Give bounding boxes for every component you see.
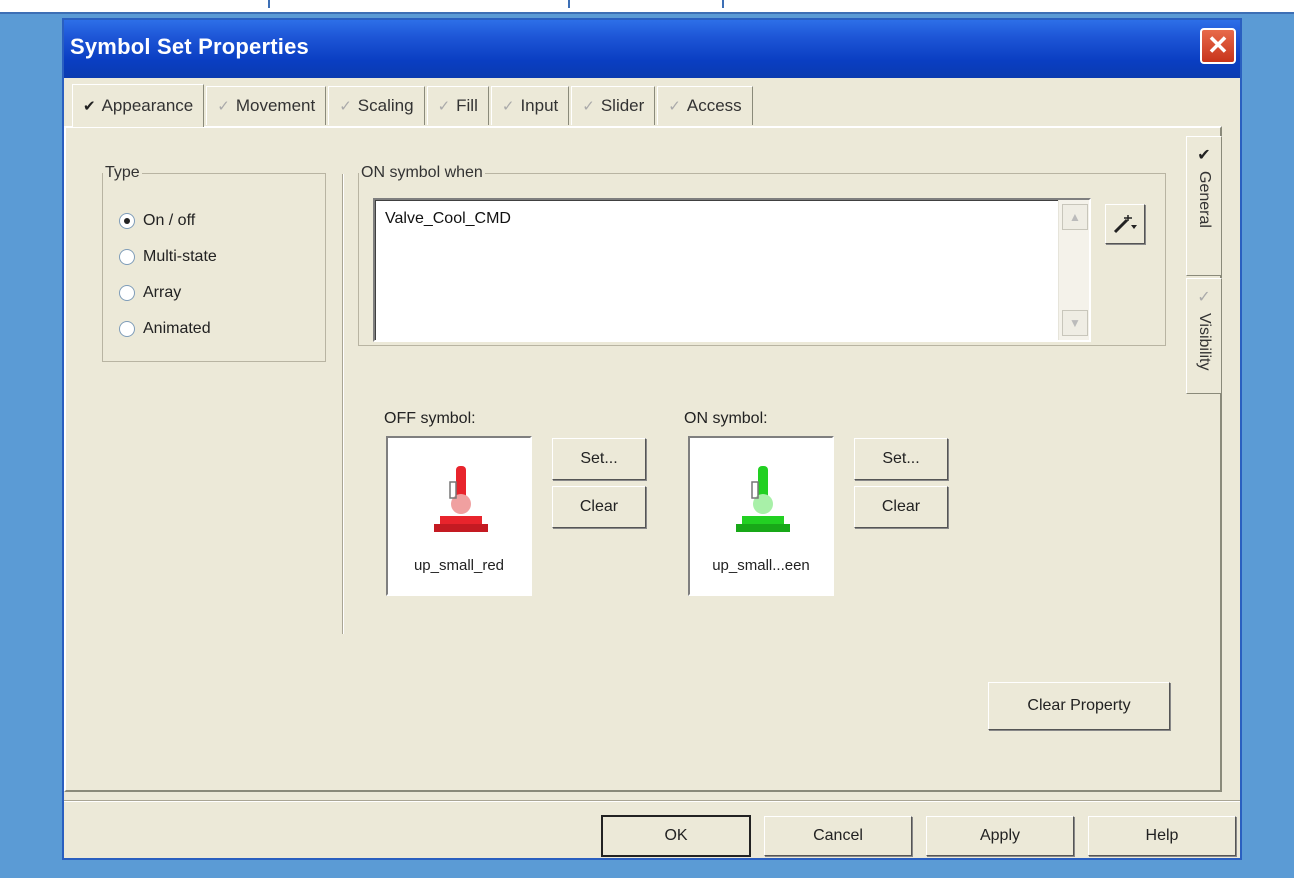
apply-button[interactable]: Apply bbox=[926, 816, 1074, 856]
check-icon: ✓ bbox=[501, 98, 515, 115]
on-symbol-label: ON symbol: bbox=[684, 410, 768, 427]
on-symbol-preview[interactable]: up_small...een bbox=[688, 436, 834, 596]
radio-dot bbox=[119, 213, 135, 229]
type-legend: Type bbox=[105, 164, 140, 181]
on-when-legend: ON symbol when bbox=[361, 164, 483, 181]
radio-on-off[interactable]: On / off bbox=[119, 212, 195, 230]
check-icon: ✓ bbox=[668, 98, 681, 115]
check-icon: ✓ bbox=[217, 98, 230, 115]
tab-strip: ✔ Appearance ✓ Movement ✓ Scaling ✓ Fill ✓ In… bbox=[72, 84, 755, 127]
on-clear-button[interactable]: Clear bbox=[854, 486, 948, 528]
radio-dot bbox=[119, 321, 135, 337]
dialog-title: Symbol Set Properties bbox=[70, 34, 309, 59]
side-tab-general[interactable]: ✔ General bbox=[1186, 136, 1222, 276]
check-icon: ✓ bbox=[1197, 289, 1211, 306]
tab-access[interactable]: ✓ Access bbox=[657, 86, 753, 125]
strip-segment bbox=[0, 0, 270, 8]
check-icon: ✔ bbox=[83, 98, 96, 115]
cancel-button[interactable]: Cancel bbox=[764, 816, 912, 856]
tab-label: Slider bbox=[600, 96, 645, 115]
radio-animated[interactable]: Animated bbox=[119, 320, 211, 338]
expression-builder-button[interactable] bbox=[1105, 204, 1145, 244]
tab-movement[interactable]: ✓ Movement bbox=[206, 86, 327, 125]
radio-label: On / off bbox=[143, 212, 196, 229]
radio-label: Multi-state bbox=[143, 248, 217, 265]
title-bar[interactable]: Symbol Set Properties ✕ bbox=[64, 20, 1240, 78]
radio-dot bbox=[119, 249, 135, 265]
strip-segment bbox=[570, 0, 724, 8]
expression-text: Valve_Cool_CMD bbox=[385, 210, 511, 227]
radio-label: Animated bbox=[143, 320, 211, 337]
check-icon: ✓ bbox=[582, 98, 595, 115]
ok-button[interactable]: OK bbox=[601, 815, 751, 857]
on-set-button[interactable]: Set... bbox=[854, 438, 948, 480]
symbol-set-properties-dialog: Symbol Set Properties ✕ ✔ Appearance ✓ Mov… bbox=[62, 18, 1242, 860]
side-tab-label: Visibility bbox=[1196, 313, 1213, 371]
scroll-up-icon[interactable]: ▲ bbox=[1062, 204, 1088, 230]
off-set-button[interactable]: Set... bbox=[552, 438, 646, 480]
background-window-strip bbox=[0, 0, 1294, 14]
radio-array[interactable]: Array bbox=[119, 284, 181, 302]
clear-property-button[interactable]: Clear Property bbox=[988, 682, 1170, 730]
scroll-down-icon[interactable]: ▼ bbox=[1062, 310, 1088, 336]
radio-dot bbox=[119, 285, 135, 301]
section-divider bbox=[342, 174, 344, 634]
on-when-group: ON symbol when Valve_Cool_CMD ▲ ▼ bbox=[358, 164, 1166, 346]
off-clear-button[interactable]: Clear bbox=[552, 486, 646, 528]
tab-label: Input bbox=[520, 96, 559, 115]
footer-divider bbox=[64, 800, 1240, 802]
wand-icon bbox=[1113, 215, 1137, 234]
check-icon: ✔ bbox=[1197, 147, 1211, 164]
check-icon: ✓ bbox=[437, 98, 451, 115]
on-when-expression-box[interactable]: Valve_Cool_CMD ▲ ▼ bbox=[373, 198, 1091, 342]
type-group: Type On / off Multi-state Array Animated bbox=[102, 164, 326, 362]
side-tab-label: General bbox=[1196, 171, 1213, 228]
tab-label: Scaling bbox=[357, 96, 414, 115]
tab-scaling[interactable]: ✓ Scaling bbox=[328, 86, 425, 125]
off-symbol-label: OFF symbol: bbox=[384, 410, 476, 427]
tab-label: Fill bbox=[456, 96, 478, 115]
check-icon: ✓ bbox=[339, 98, 352, 115]
tab-label: Appearance bbox=[101, 96, 194, 115]
side-tab-visibility[interactable]: ✓ Visibility bbox=[1186, 278, 1222, 394]
close-button[interactable]: ✕ bbox=[1200, 28, 1236, 64]
tab-label: Movement bbox=[235, 96, 316, 115]
tab-fill[interactable]: ✓ Fill bbox=[426, 86, 489, 125]
valve-icon bbox=[736, 466, 790, 532]
off-symbol-name: up_small_red bbox=[413, 557, 505, 574]
strip-segment bbox=[270, 0, 570, 8]
on-symbol-name: up_small...een bbox=[712, 557, 810, 574]
tab-appearance[interactable]: ✔ Appearance bbox=[72, 84, 205, 127]
tab-input[interactable]: ✓ Input bbox=[490, 86, 570, 125]
off-symbol-preview[interactable]: up_small_red bbox=[386, 436, 532, 596]
close-icon: ✕ bbox=[1207, 30, 1229, 60]
tab-label: Access bbox=[686, 96, 742, 115]
appearance-panel: ✔ General ✓ Visibility Type On / off Mul… bbox=[64, 126, 1222, 792]
radio-multi-state[interactable]: Multi-state bbox=[119, 248, 217, 266]
radio-label: Array bbox=[143, 284, 182, 301]
tab-slider[interactable]: ✓ Slider bbox=[571, 86, 656, 125]
valve-icon bbox=[434, 466, 488, 532]
help-button[interactable]: Help bbox=[1088, 816, 1236, 856]
scrollbar[interactable]: ▲ ▼ bbox=[1058, 200, 1089, 340]
